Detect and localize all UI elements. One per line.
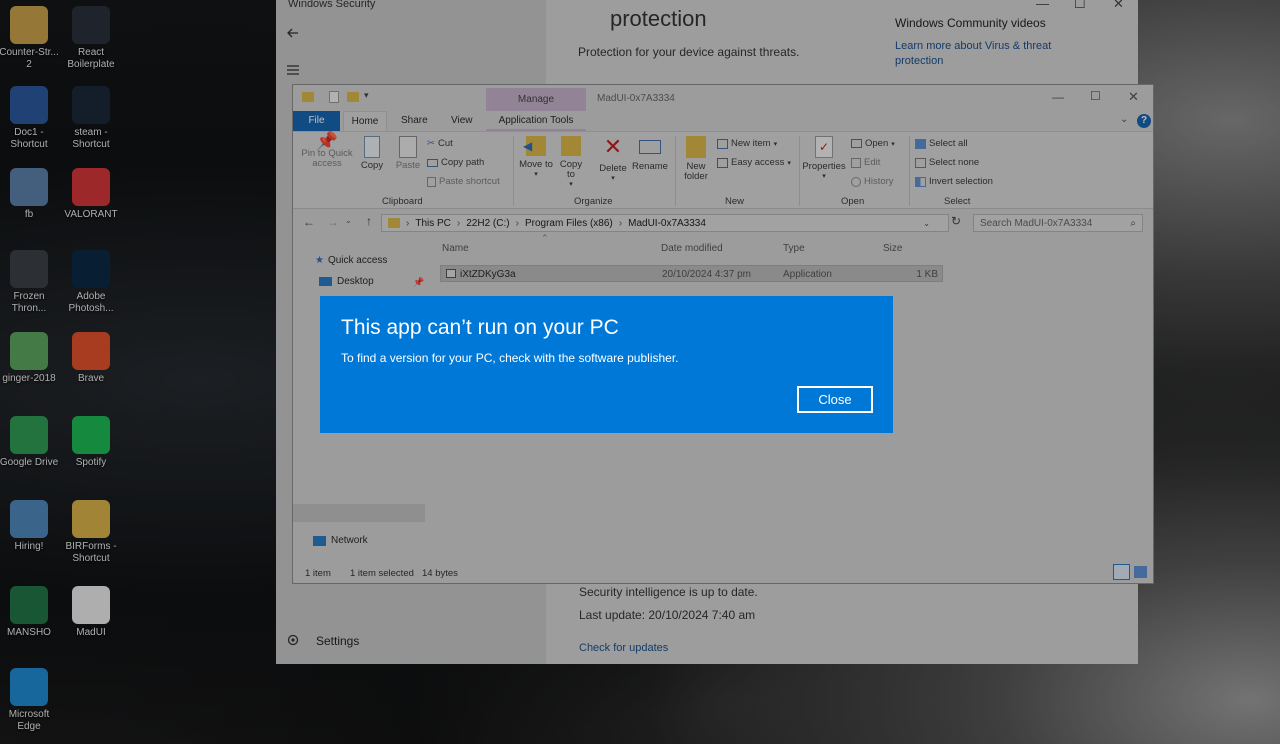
- error-dialog: This app can’t run on your PC To find a …: [320, 296, 893, 433]
- dialog-title: This app can’t run on your PC: [341, 316, 619, 339]
- close-button[interactable]: Close: [797, 386, 873, 413]
- dialog-message: To find a version for your PC, check wit…: [341, 351, 679, 365]
